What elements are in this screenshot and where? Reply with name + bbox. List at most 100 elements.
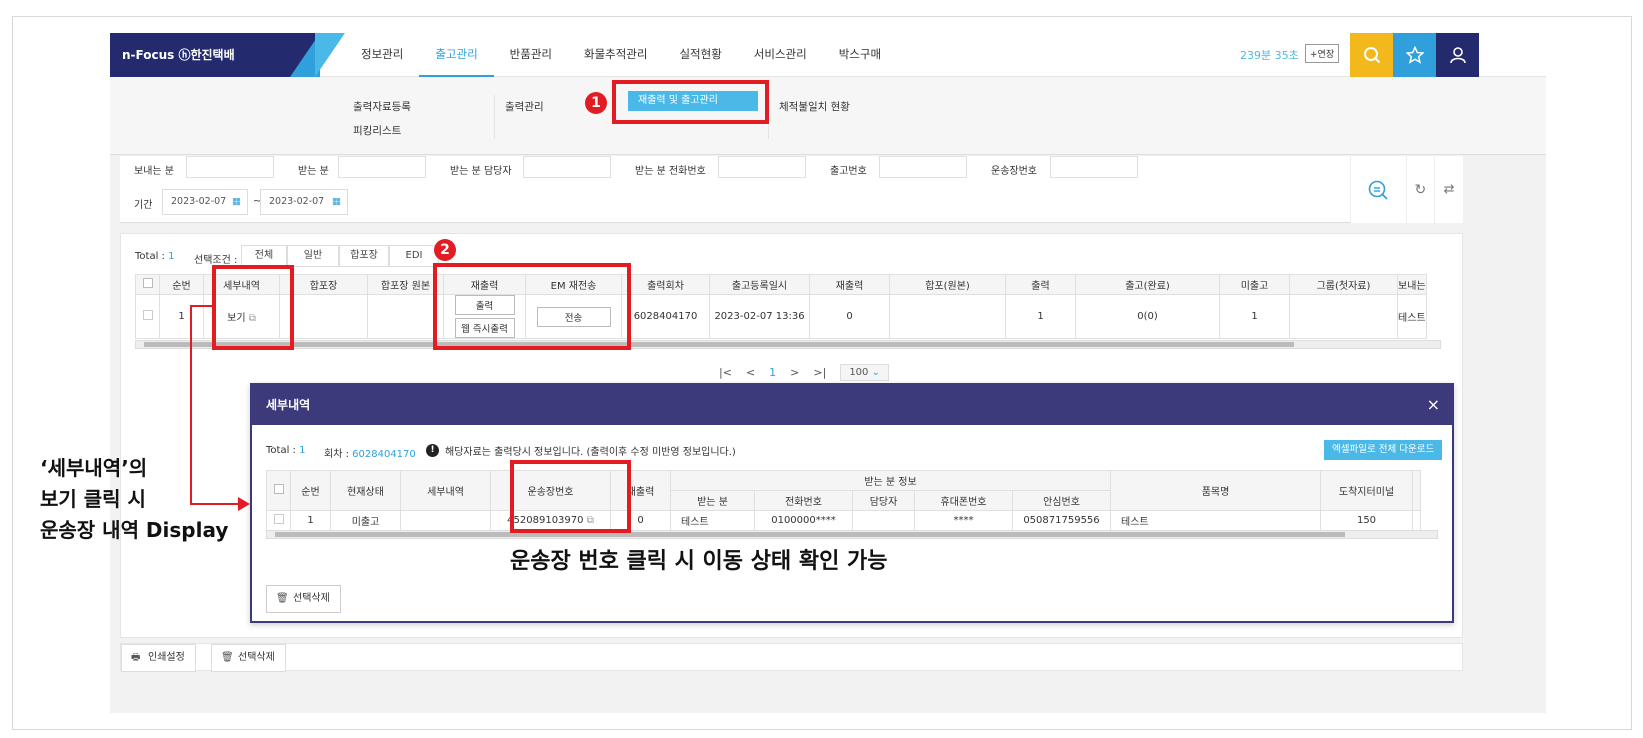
menu-item-performance[interactable]: 실적현황 (663, 33, 737, 77)
menu-item-info[interactable]: 정보관리 (345, 33, 419, 77)
col-header-reg-date[interactable]: 출고등록일시 (709, 274, 810, 295)
calendar-icon[interactable]: ▦ (232, 190, 241, 214)
excel-download-button[interactable]: 엑셀파일로 전체 다운로드 (1324, 440, 1443, 460)
tab-edi[interactable]: EDI (389, 245, 439, 267)
search-button[interactable] (1350, 33, 1393, 77)
sender-input[interactable] (186, 156, 274, 178)
menu-item-service[interactable]: 서비스관리 (738, 33, 823, 77)
trash-icon: 🗑 (221, 652, 234, 663)
logo-stripe-2 (315, 33, 345, 77)
modal-header: 세부내역 × (252, 385, 1452, 425)
delete-selected-button[interactable]: 🗑 선택삭제 (211, 644, 286, 672)
printer-icon: 🖶 (131, 652, 141, 663)
col-header-unreleased[interactable]: 미출고 (1219, 274, 1290, 295)
first-page-icon[interactable]: |< (719, 366, 732, 379)
user-button[interactable] (1436, 33, 1479, 77)
submenu-item-picking-list[interactable]: 피킹리스트 (353, 119, 411, 143)
tab-all[interactable]: 전체 (241, 245, 287, 267)
close-icon[interactable]: × (1427, 385, 1440, 425)
page-size-select[interactable]: 100 ⌄ (840, 364, 889, 381)
last-page-icon[interactable]: >| (813, 366, 826, 379)
label-sender: 보내는 분 (134, 166, 174, 177)
receiver-phone-input[interactable] (718, 156, 806, 178)
col-header-print-round[interactable]: 출력회차 (621, 274, 710, 295)
modal-delete-selected-button[interactable]: 🗑 선택삭제 (266, 585, 341, 613)
modal-header-row-1: 순번 현재상태 세부내역 운송장번호 재출력 받는 분 정보 품목명 도착지터미… (266, 470, 1421, 511)
receiver-manager-input[interactable] (523, 156, 611, 178)
highlight-reprint-columns (433, 263, 631, 350)
note-line-1: ‘세부내역’의 (40, 456, 148, 480)
release-no-input[interactable] (879, 156, 967, 178)
print-setting-button[interactable]: 🖶 인쇄설정 (121, 644, 196, 672)
submenu-item-volume-mismatch[interactable]: 체적불일치 현황 (779, 95, 850, 119)
menu-item-box[interactable]: 박스구매 (823, 33, 897, 77)
highlight-detail-column (212, 265, 294, 350)
modal-row-terminal: 150 (1320, 510, 1413, 531)
table-hscroll[interactable] (135, 340, 1441, 349)
col-header-group[interactable]: 그룹(첫자료) (1289, 274, 1398, 295)
row-released: 0(0) (1075, 294, 1220, 339)
modal-col-status: 현재상태 (330, 470, 401, 511)
label-period: 기간 (134, 200, 153, 211)
print-setting-label: 인쇄설정 (148, 652, 185, 663)
row-print-round: 6028404170 (621, 294, 710, 339)
modal-col-mobile: 휴대폰번호 (914, 490, 1013, 511)
extend-session-button[interactable]: +연장 (1305, 44, 1340, 63)
tab-normal[interactable]: 일반 (287, 245, 339, 267)
calendar-icon[interactable]: ▦ (332, 190, 341, 214)
date-to-input[interactable]: 2023-02-07 ▦ (260, 189, 348, 215)
prev-page-icon[interactable]: < (746, 366, 755, 379)
modal-notice-text: 해당자료는 출력당시 정보입니다. (출력이후 수정 미반영 정보입니다.) (445, 447, 736, 458)
search-filter: 보내는 분 받는 분 받는 분 담당자 받는 분 전화번호 출고번호 운송장번호… (120, 156, 1463, 223)
label-receiver-manager: 받는 분 담당자 (450, 166, 512, 177)
modal-col-manager: 담당자 (852, 490, 915, 511)
row-unreleased: 1 (1219, 294, 1290, 339)
submenu-col-2: 출력관리 (494, 95, 544, 139)
current-page[interactable]: 1 (769, 366, 776, 379)
col-header-released[interactable]: 출고(완료) (1075, 274, 1220, 295)
row-group (1289, 294, 1398, 339)
col-header-combined-origin-2[interactable]: 합포(원본) (889, 274, 1006, 295)
submenu-col-1: 출력자료등록 피킹리스트 (353, 95, 411, 143)
modal-row-checkbox[interactable] (266, 510, 291, 531)
submenu-col-4: 체적불일치 현황 (768, 95, 850, 139)
row-reprint-count: 0 (809, 294, 890, 339)
row-checkbox[interactable] (135, 294, 160, 339)
scroll-thumb[interactable] (144, 342, 1294, 347)
receiver-input[interactable] (338, 156, 426, 178)
select-all-checkbox[interactable] (135, 274, 160, 295)
date-from-input[interactable]: 2023-02-07 ▦ (162, 189, 248, 215)
modal-select-all-checkbox[interactable] (266, 470, 291, 511)
user-icon (1449, 47, 1466, 64)
submenu-item-print-register[interactable]: 출력자료등록 (353, 95, 411, 119)
star-icon (1405, 46, 1424, 64)
modal-row-safe-no: 050871759556 (1012, 510, 1111, 531)
menu-item-return[interactable]: 반품관리 (494, 33, 568, 77)
submenu-item-print-manage[interactable]: 출력관리 (505, 95, 544, 119)
next-page-icon[interactable]: > (790, 366, 799, 379)
waybill-no-input[interactable] (1050, 156, 1138, 178)
col-header-print-count[interactable]: 출력 (1005, 274, 1076, 295)
refresh-icon[interactable]: ↻ (1405, 156, 1435, 223)
arrow-line-top (190, 305, 214, 307)
highlight-waybill-column (510, 460, 631, 533)
modal-row-manager (852, 510, 915, 531)
modal-hscroll[interactable] (266, 530, 1438, 539)
row-sender: 테스트 (1397, 294, 1427, 339)
logo[interactable]: n-Focus ⓗ한진택배 (110, 33, 315, 77)
search-execute-button[interactable] (1351, 156, 1406, 223)
results-total-value: 1 (168, 251, 175, 262)
menu-item-release[interactable]: 출고관리 (419, 33, 494, 77)
col-header-reprint-count[interactable]: 재출력 (809, 274, 890, 295)
zoom-search-icon (1368, 180, 1388, 200)
menu-item-tracking[interactable]: 화물추적관리 (568, 33, 663, 77)
modal-round: 회차 : 6028404170 (324, 445, 416, 460)
swap-icon[interactable]: ⇄ (1434, 156, 1463, 223)
modal-scroll-thumb[interactable] (275, 532, 1345, 537)
tab-combined[interactable]: 합포장 (339, 245, 389, 267)
modal-col-item: 품목명 (1110, 470, 1321, 511)
row-combined-origin-2 (889, 294, 1006, 339)
step-badge-1: 1 (585, 92, 607, 114)
modal-total: Total : 1 (266, 445, 305, 456)
favorite-button[interactable] (1393, 33, 1436, 77)
